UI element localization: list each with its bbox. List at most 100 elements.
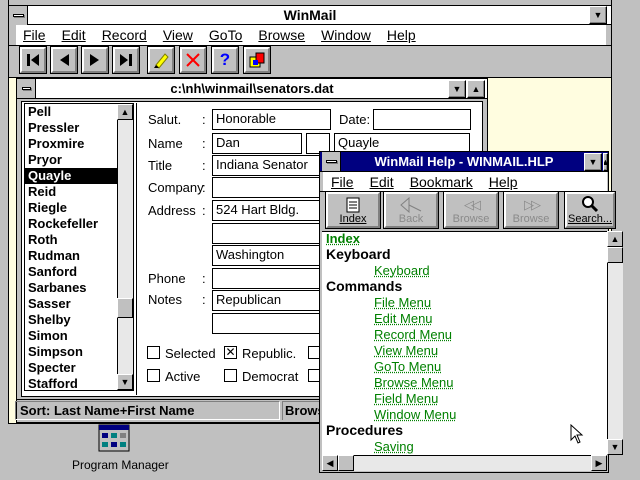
delete-record-button[interactable] [179,46,207,74]
senator-list-item[interactable]: Sanford [25,264,117,280]
help-scroll-up-icon[interactable]: ▲ [607,231,623,247]
help-minimize-icon[interactable]: ▼ [584,153,602,171]
listbox-scroll-down-icon[interactable]: ▼ [117,374,133,390]
document-system-menu-icon[interactable] [17,79,36,98]
menu-record[interactable]: Record [94,27,155,43]
help-system-menu-icon[interactable] [322,152,341,171]
winmail-titlebar[interactable]: WinMail [8,5,612,25]
document-titlebar[interactable]: c:\nh\winmail\senators.dat [17,79,487,99]
senator-list-item[interactable]: Proxmire [25,136,117,152]
senator-list-item[interactable]: Rockefeller [25,216,117,232]
democrat-checkbox[interactable] [224,369,237,382]
last-record-button[interactable] [112,46,140,74]
senator-list: Pell Pressler Proxmire Pryor Quayle Reid Riegl… [25,104,117,390]
menubar-divider [9,45,611,46]
first-record-button[interactable] [19,46,47,74]
help-command-link[interactable]: GoTo Menu [374,359,441,374]
help-scroll-thumb[interactable] [607,247,623,263]
program-manager-icon [98,424,130,452]
index-icon [346,197,360,213]
menu-browse[interactable]: Browse [250,27,313,43]
commands-heading: Commands [326,278,403,294]
first-name-field[interactable]: Dan [212,133,302,154]
senator-list-item[interactable]: Roth [25,232,117,248]
help-command-link[interactable]: View Menu [374,343,438,358]
help-menu-file[interactable]: File [323,174,362,190]
next-record-button[interactable] [81,46,109,74]
help-maximize-icon[interactable]: ▲ [603,153,608,171]
document-maximize-icon[interactable]: ▲ [467,80,485,98]
listbox-scroll-thumb[interactable] [117,298,133,318]
senator-list-item[interactable]: Simon [25,328,117,344]
help-back-button[interactable]: Back [383,191,439,229]
help-browse-back-label: Browse [452,213,490,225]
program-manager-desktop-icon[interactable]: Program Manager [64,423,169,475]
democrat-checkbox-label: Democrat [242,369,299,384]
senator-list-item[interactable]: Pressler [25,120,117,136]
edit-record-button[interactable] [147,46,175,74]
selected-checkbox[interactable] [147,346,160,359]
menu-goto[interactable]: GoTo [201,27,250,43]
minimize-icon[interactable]: ▼ [589,6,607,24]
help-command-link[interactable]: Edit Menu [374,311,433,326]
help-browse-back-button[interactable]: ◁◁ Browse [443,191,499,229]
help-command-link[interactable]: Field Menu [374,391,438,406]
export-button[interactable] [243,46,271,74]
help-command-link[interactable]: File Menu [374,295,431,310]
listbox-scrollbar[interactable] [117,104,133,390]
help-index-button[interactable]: Index [325,191,381,229]
help-browse-forward-button[interactable]: ▷▷ Browse [503,191,559,229]
help-scroll-right-icon[interactable]: ▶ [591,455,607,471]
help-command-link[interactable]: Browse Menu [374,375,453,390]
senator-list-item[interactable]: Rudman [25,248,117,264]
mouse-cursor-icon [570,424,584,444]
help-menu-edit[interactable]: Edit [362,174,402,190]
active-checkbox[interactable] [147,369,160,382]
export-icon [249,52,265,68]
senator-list-item[interactable]: Quayle [25,168,117,184]
date-field[interactable] [373,109,471,130]
previous-record-button[interactable] [50,46,78,74]
senator-list-item[interactable]: Pryor [25,152,117,168]
senator-list-item[interactable]: Sasser [25,296,117,312]
senator-list-item[interactable]: Pell [25,104,117,120]
senator-list-item[interactable]: Sarbanes [25,280,117,296]
senator-list-item[interactable]: Specter [25,360,117,376]
salut-field[interactable]: Honorable [212,109,331,130]
keyboard-link[interactable]: Keyboard [374,263,430,278]
help-command-link[interactable]: Record Menu [374,327,452,342]
senator-list-item[interactable]: Reid [25,184,117,200]
help-command-link[interactable]: Window Menu [374,407,456,422]
notes-label: Notes [148,292,182,307]
next-record-icon [90,54,99,66]
menu-window[interactable]: Window [313,27,379,43]
help-horizontal-scrollbar[interactable] [322,455,607,471]
menu-view[interactable]: View [155,27,201,43]
help-menu-help[interactable]: Help [481,174,526,190]
status-browse: Brows [282,401,322,420]
republican-checkbox[interactable]: ✕ [224,346,237,359]
help-search-button[interactable]: Search... [564,191,616,229]
menu-edit[interactable]: Edit [54,27,94,43]
help-vertical-scrollbar[interactable] [607,231,623,455]
help-hscroll-thumb[interactable] [338,455,354,471]
help-index-link[interactable]: Index [326,231,360,246]
help-scroll-down-icon[interactable]: ▼ [607,439,623,455]
help-menu-bookmark[interactable]: Bookmark [402,174,481,190]
senator-list-item[interactable]: Stafford [25,376,117,390]
saving-link[interactable]: Saving [374,439,414,454]
notes-colon: : [202,292,206,307]
senator-list-item[interactable]: Simpson [25,344,117,360]
senator-list-item[interactable]: Riegle [25,200,117,216]
help-titlebar[interactable]: WinMail Help - WINMAIL.HLP [320,152,608,172]
menu-file[interactable]: File [16,27,54,43]
help-button[interactable]: ? [211,46,239,74]
senator-list-item[interactable]: Shelby [25,312,117,328]
name-label: Name [148,136,183,151]
listbox-scroll-up-icon[interactable]: ▲ [117,104,133,120]
document-minimize-icon[interactable]: ▼ [448,80,466,98]
help-icon: ? [219,50,231,69]
menu-help[interactable]: Help [379,27,424,43]
help-scroll-left-icon[interactable]: ◀ [322,455,338,471]
system-menu-icon[interactable] [9,6,28,25]
